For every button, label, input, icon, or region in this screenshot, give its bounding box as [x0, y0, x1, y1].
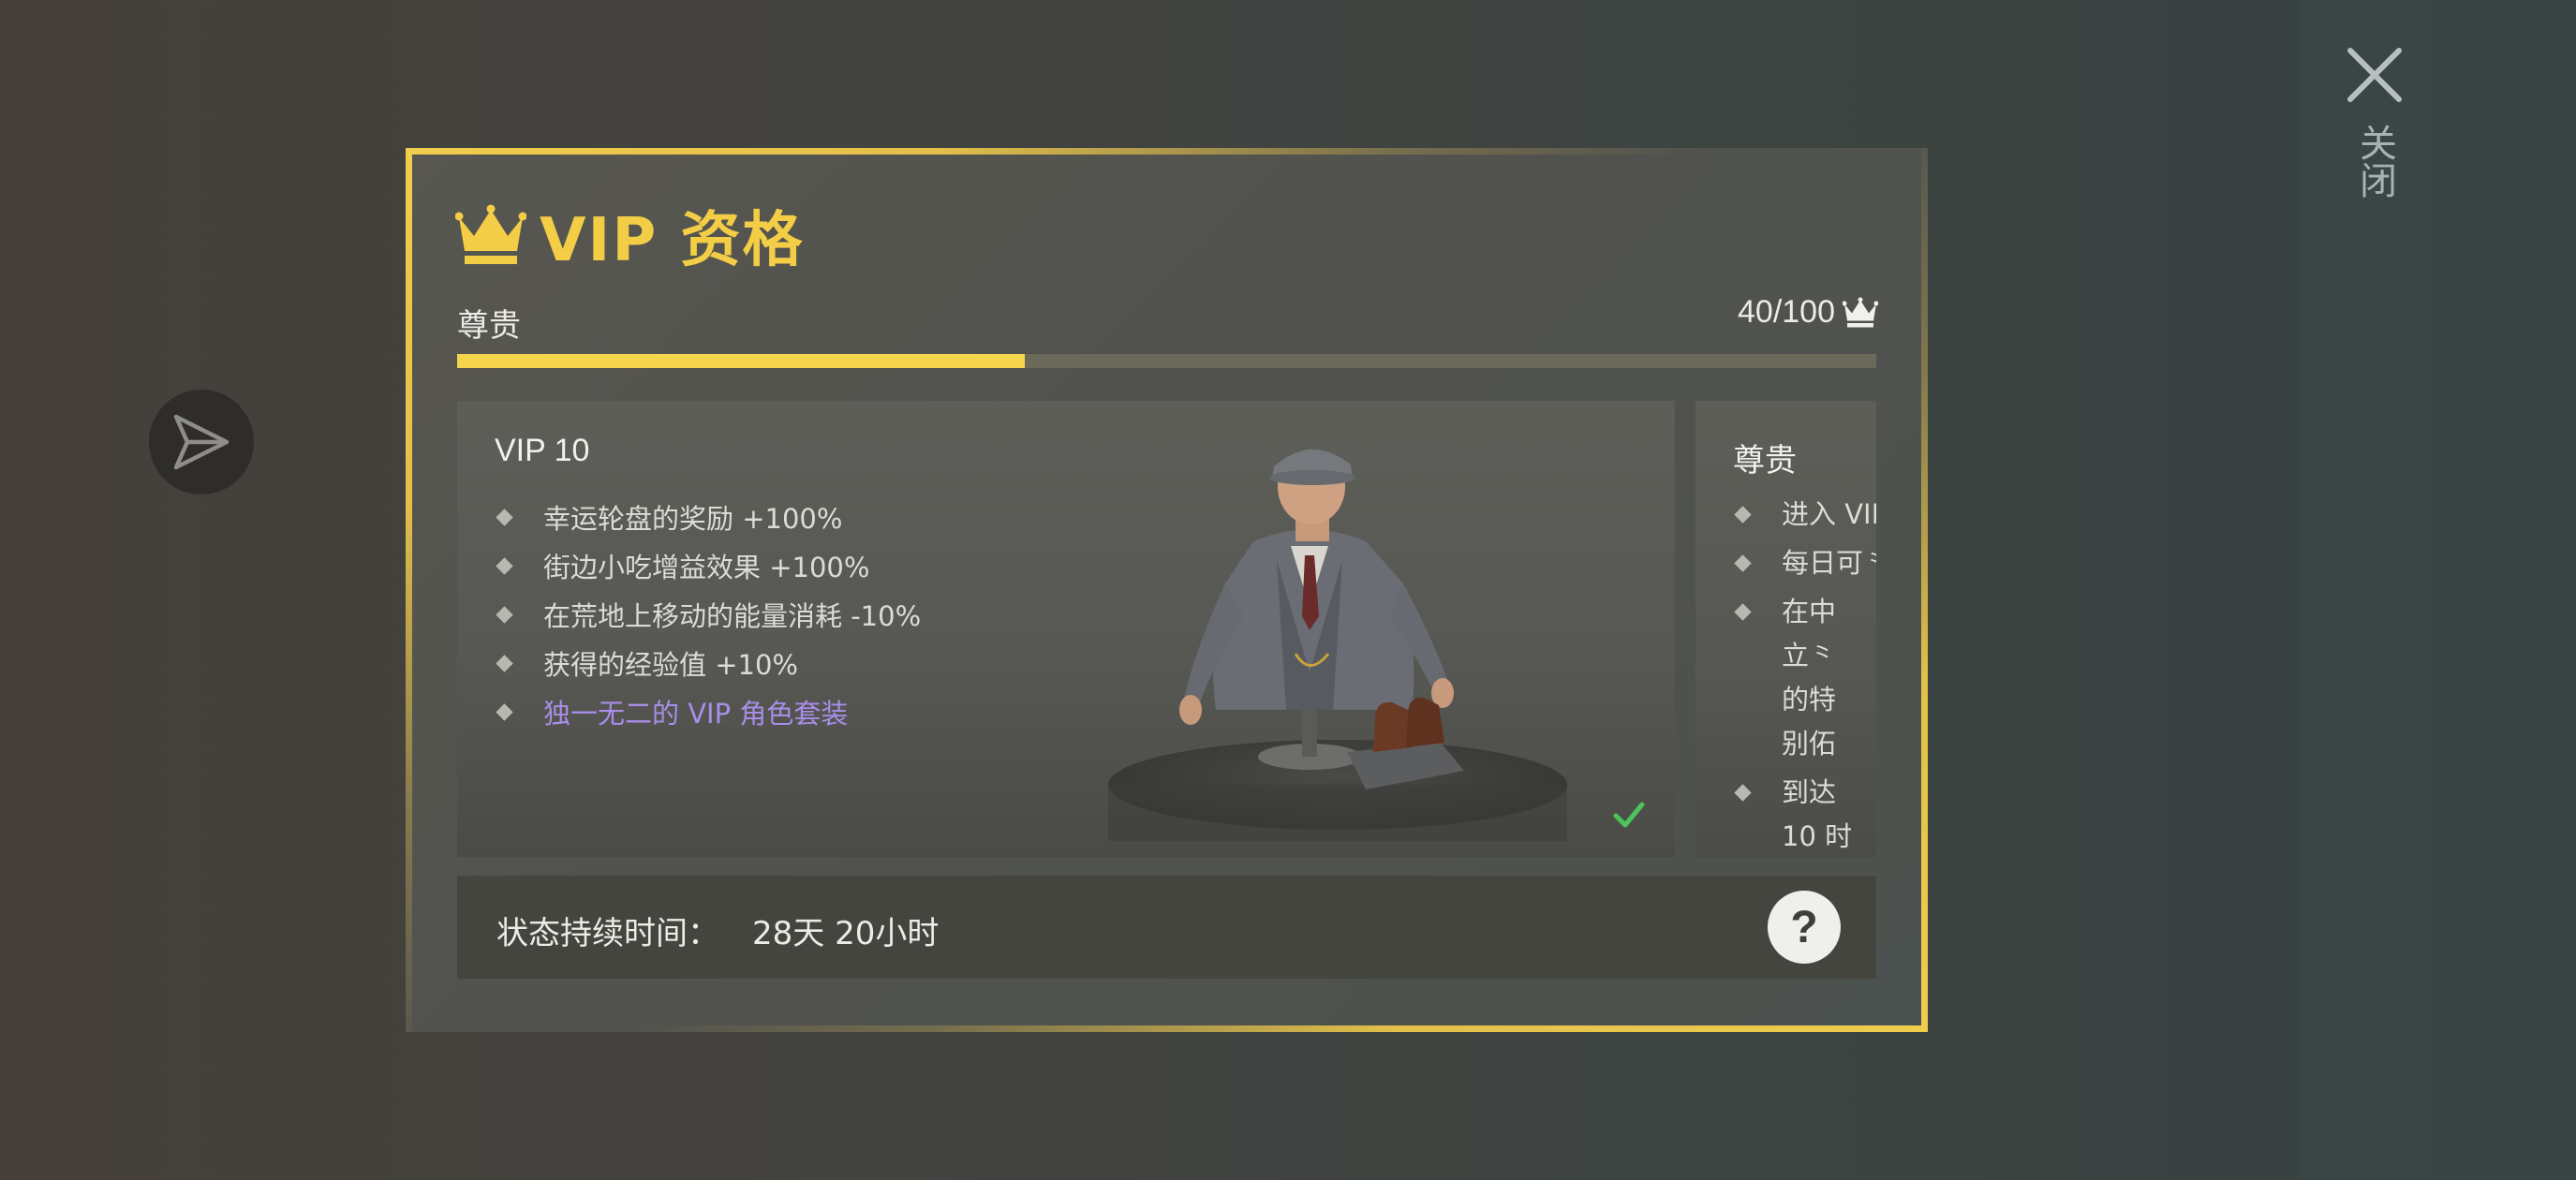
perk-text: 幸运轮盘的奖励 +100%	[543, 503, 843, 535]
diamond-bullet-icon	[496, 508, 513, 526]
tier-label: 尊贵	[457, 307, 521, 345]
vip-screen: 关闭 VIP 资格 尊贵 40/100 VIP 10 幸运轮盘的奖励 +100%…	[0, 0, 2576, 1180]
perk-item: 获得的经验值 +10%	[495, 639, 921, 687]
progress-fill	[457, 354, 1025, 368]
next-perk-text: 在中立⺀ 的特别佦	[1782, 596, 1837, 760]
perk-text: 获得的经验值 +10%	[543, 649, 798, 681]
next-perk-text: 进入 VII	[1782, 498, 1876, 530]
progress-count: 40/100	[1738, 294, 1878, 331]
next-perk-item: 进入 VII	[1733, 493, 1876, 537]
perk-list: 幸运轮盘的奖励 +100% 街边小吃增益效果 +100% 在荒地上移动的能量消耗…	[495, 493, 921, 736]
close-button[interactable]: 关闭	[2337, 37, 2412, 243]
dialog-frame-right	[1921, 148, 1928, 1032]
progress-bar	[457, 354, 1876, 368]
next-tier-title: 尊贵	[1733, 442, 1797, 479]
help-button[interactable]: ?	[1768, 891, 1841, 964]
status-label: 状态持续时间：	[496, 915, 719, 952]
diamond-bullet-icon	[496, 654, 513, 672]
next-perk-item: 到达 10 时间延⺀	[1733, 771, 1876, 857]
diamond-bullet-icon	[1734, 603, 1752, 621]
share-button[interactable]	[149, 390, 254, 494]
perk-item-special: 独一无二的 VIP 角色套装	[495, 687, 921, 736]
close-icon	[2347, 48, 2402, 102]
dialog-frame-top	[406, 148, 1928, 155]
status-value: 28天 20小时	[752, 915, 940, 952]
dialog-title: VIP 资格	[540, 206, 805, 275]
next-perk-text: 到达 10 时间延⺀	[1782, 776, 1853, 852]
card-level-title: VIP 10	[495, 433, 590, 468]
diamond-bullet-icon	[1734, 784, 1752, 802]
small-crown-icon	[1843, 297, 1878, 327]
perk-text: 街边小吃增益效果 +100%	[543, 552, 870, 583]
status-duration-bar: 状态持续时间： 28天 20小时 ?	[457, 876, 1876, 979]
perk-item: 街边小吃增益效果 +100%	[495, 541, 921, 590]
perk-item: 在荒地上移动的能量消耗 -10%	[495, 590, 921, 639]
next-perk-list: 进入 VII 每日可⺀ 在中立⺀ 的特别佦 到达 10 时间延⺀	[1733, 493, 1876, 857]
diamond-bullet-icon	[1734, 506, 1752, 524]
close-label: 关闭	[2353, 124, 2396, 199]
next-perk-item: 每日可⺀	[1733, 541, 1876, 585]
diamond-bullet-icon	[496, 702, 513, 721]
next-perk-item: 在中立⺀ 的特别佦	[1733, 590, 1876, 766]
vip-level-card[interactable]: VIP 10 幸运轮盘的奖励 +100% 街边小吃增益效果 +100% 在荒地上…	[457, 401, 1675, 857]
crown-icon	[455, 204, 526, 264]
diamond-bullet-icon	[1734, 554, 1752, 572]
perk-text: 在荒地上移动的能量消耗 -10%	[543, 600, 922, 632]
question-icon: ?	[1790, 902, 1818, 952]
perk-item: 幸运轮盘的奖励 +100%	[495, 493, 921, 541]
vip-dialog: VIP 资格 尊贵 40/100 VIP 10 幸运轮盘的奖励 +100% 街边…	[406, 148, 1928, 1032]
diamond-bullet-icon	[496, 556, 513, 575]
dialog-frame-bottom	[406, 1025, 1928, 1032]
next-perk-text: 每日可⺀	[1782, 547, 1876, 579]
perk-text: 独一无二的 VIP 角色套装	[543, 698, 849, 730]
dialog-frame-left	[406, 148, 412, 1032]
next-tier-card[interactable]: 尊贵 进入 VII 每日可⺀ 在中立⺀ 的特别佦 到达 10 时间延⺀	[1695, 401, 1876, 857]
diamond-bullet-icon	[496, 605, 513, 624]
progress-text: 40/100	[1738, 294, 1835, 330]
vip-outfit-image	[1108, 449, 1567, 841]
check-icon	[1613, 802, 1645, 828]
send-icon	[173, 414, 229, 470]
dialog-header: VIP 资格	[455, 198, 805, 275]
